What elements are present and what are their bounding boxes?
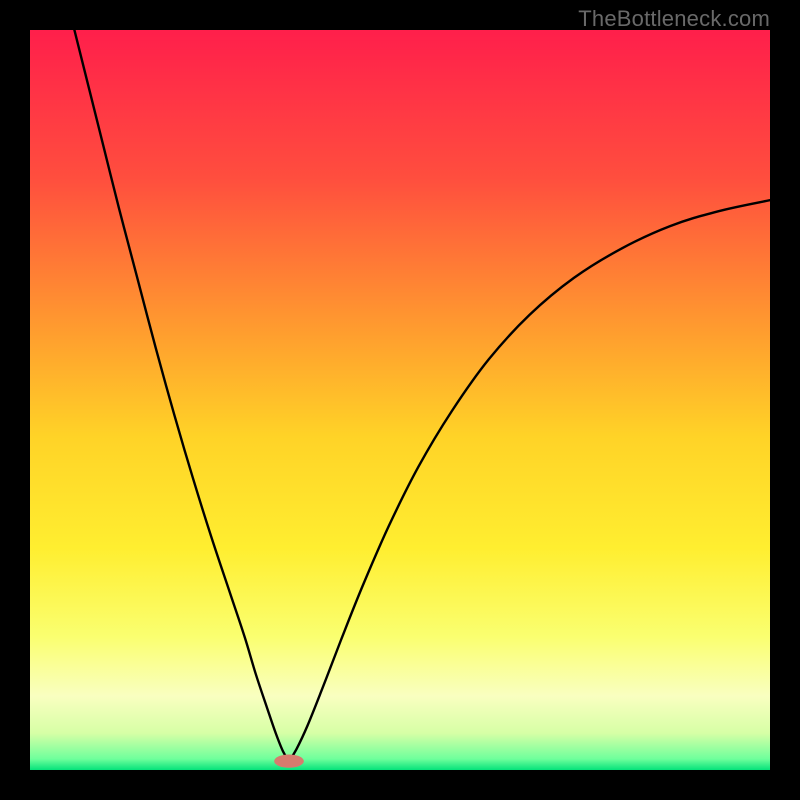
gradient-background (30, 30, 770, 770)
watermark-text: TheBottleneck.com (578, 6, 770, 32)
min-marker (274, 754, 304, 767)
plot-area (30, 30, 770, 770)
chart-frame: TheBottleneck.com (0, 0, 800, 800)
chart-svg (30, 30, 770, 770)
marker-group (274, 754, 304, 767)
